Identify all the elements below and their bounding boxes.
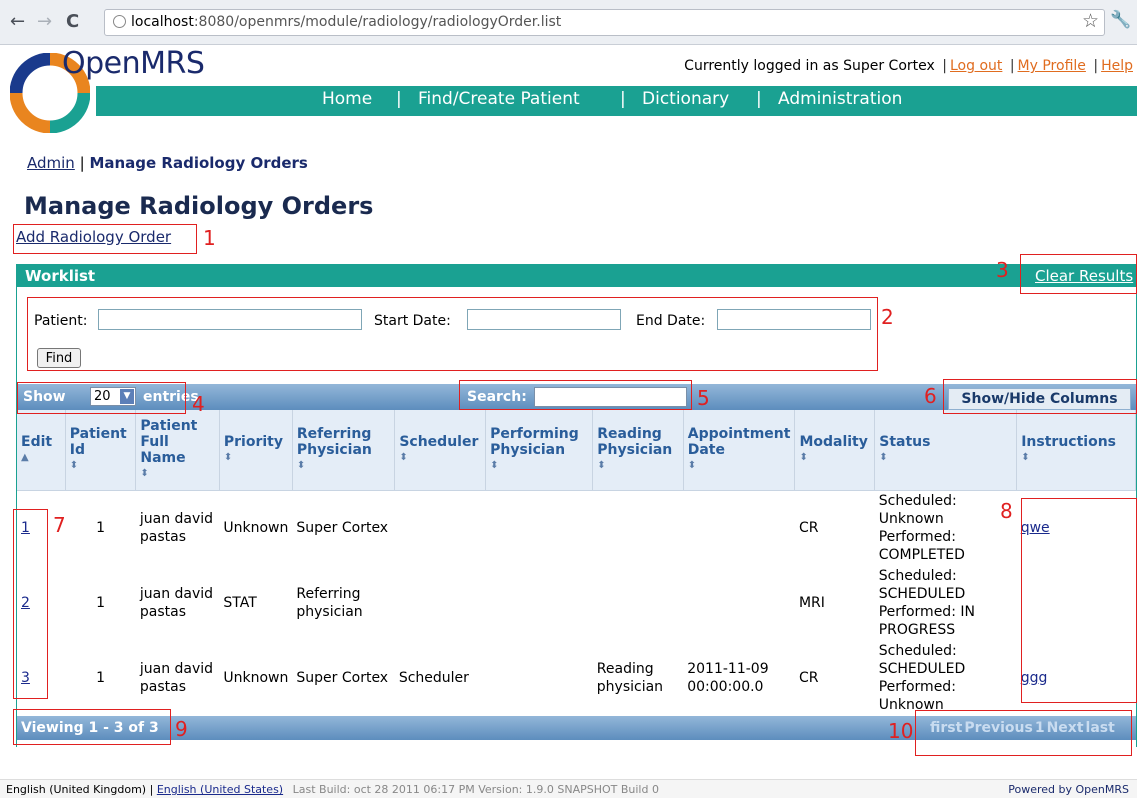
lang-current: English (United Kingdom) bbox=[6, 783, 147, 796]
logout-link[interactable]: Log out bbox=[950, 58, 1002, 74]
annotation-box bbox=[13, 509, 48, 699]
annotation-number: 1 bbox=[203, 226, 216, 250]
col-scheduler[interactable]: Scheduler ⬍ bbox=[394, 410, 487, 491]
annotation-box bbox=[13, 709, 171, 745]
worklist-title: Worklist bbox=[25, 267, 96, 285]
annotation-box bbox=[943, 379, 1137, 414]
annotation-number: 5 bbox=[697, 386, 710, 410]
annotation-number: 3 bbox=[996, 258, 1009, 282]
annotation-number: 6 bbox=[924, 384, 937, 408]
col-reading[interactable]: Reading Physician ⬍ bbox=[592, 410, 684, 491]
my-profile-link[interactable]: My Profile bbox=[1018, 58, 1086, 74]
page-footer: English (United Kingdom) | English (Unit… bbox=[0, 779, 1137, 798]
annotation-box bbox=[1021, 498, 1137, 703]
sort-icon: ⬍ bbox=[490, 459, 499, 471]
annotation-number: 7 bbox=[53, 513, 66, 537]
col-edit[interactable]: Edit ▲ bbox=[17, 410, 66, 491]
back-arrow-icon[interactable]: ← bbox=[10, 10, 25, 34]
col-patient-name[interactable]: Patient Full Name ⬍ bbox=[135, 410, 220, 491]
annotation-number: 9 bbox=[175, 717, 188, 741]
worklist-header: Worklist bbox=[16, 264, 1137, 287]
col-performing[interactable]: Performing Physician ⬍ bbox=[485, 410, 594, 491]
nav-administration[interactable]: Administration bbox=[778, 89, 902, 109]
logo-text: OpenMRS bbox=[62, 46, 205, 81]
breadcrumb-current: Manage Radiology Orders bbox=[89, 154, 308, 172]
nav-dictionary[interactable]: Dictionary bbox=[642, 89, 729, 109]
col-referring[interactable]: Referring Physician ⬍ bbox=[292, 410, 396, 491]
powered-by: Powered by OpenMRS bbox=[1008, 783, 1129, 796]
annotation-number: 10 bbox=[888, 719, 914, 743]
help-link[interactable]: Help bbox=[1101, 58, 1133, 74]
sort-icon: ⬍ bbox=[879, 451, 888, 463]
col-priority[interactable]: Priority ⬍ bbox=[219, 410, 293, 491]
table-row: 3 1 juan david pastas Unknown Super Cort… bbox=[21, 642, 1048, 713]
sort-icon: ⬍ bbox=[799, 451, 808, 463]
sort-icon: ⬍ bbox=[597, 459, 606, 471]
nav-find-patient[interactable]: Find/Create Patient bbox=[418, 89, 580, 109]
col-instructions[interactable]: Instructions ⬍ bbox=[1016, 410, 1136, 491]
annotation-box bbox=[1020, 254, 1137, 294]
sort-icon: ⬍ bbox=[223, 451, 233, 463]
annotation-box bbox=[17, 382, 186, 414]
reload-icon[interactable]: C bbox=[66, 10, 79, 34]
sort-icon: ⬍ bbox=[687, 459, 697, 471]
sort-icon: ⬍ bbox=[399, 451, 408, 463]
wrench-icon[interactable]: 🔧 bbox=[1110, 10, 1131, 30]
sort-icon: ⬍ bbox=[69, 459, 79, 471]
page-title: Manage Radiology Orders bbox=[24, 192, 374, 220]
annotation-box bbox=[13, 224, 197, 254]
orders-table: Edit ▲ Patient Id ⬍ Patient Full Name ⬍ Pri… bbox=[17, 410, 1136, 715]
table-row: 2 1 juan david pastas STAT Referring phy… bbox=[21, 567, 975, 638]
table-row: 1 1 juan david pastas Unknown Super Cort… bbox=[21, 492, 1050, 563]
sort-asc-icon: ▲ bbox=[21, 451, 29, 463]
sort-icon: ⬍ bbox=[140, 467, 149, 479]
main-nav: Home | Find/Create Patient | Dictionary … bbox=[96, 86, 1137, 116]
sort-icon: ⬍ bbox=[1021, 451, 1030, 463]
col-status[interactable]: Status ⬍ bbox=[874, 410, 1018, 491]
breadcrumb-admin-link[interactable]: Admin bbox=[27, 154, 75, 172]
logged-in-text: Currently logged in as Super Cortex bbox=[684, 58, 935, 74]
sort-icon: ⬍ bbox=[296, 459, 306, 471]
col-patient-id[interactable]: Patient Id ⬍ bbox=[65, 410, 137, 491]
nav-home[interactable]: Home bbox=[322, 89, 372, 109]
user-bar: Currently logged in as Super Cortex | Log… bbox=[684, 58, 1133, 74]
globe-icon bbox=[113, 15, 126, 28]
browser-toolbar: ← → C localhost:8080/openmrs/module/radi… bbox=[0, 0, 1137, 45]
annotation-box bbox=[915, 710, 1132, 756]
col-appointment[interactable]: Appointment Date ⬍ bbox=[683, 410, 796, 491]
lang-other-link[interactable]: English (United States) bbox=[157, 783, 283, 796]
annotation-number: 2 bbox=[881, 305, 894, 329]
annotation-box bbox=[459, 380, 692, 410]
breadcrumb: Admin | Manage Radiology Orders bbox=[27, 154, 308, 172]
annotation-number: 8 bbox=[1000, 499, 1013, 523]
annotation-box bbox=[27, 297, 878, 371]
col-modality[interactable]: Modality ⬍ bbox=[794, 410, 876, 491]
annotation-number: 4 bbox=[192, 392, 205, 416]
forward-arrow-icon[interactable]: → bbox=[37, 10, 52, 34]
star-icon[interactable]: ☆ bbox=[1082, 10, 1099, 32]
build-info: Last Build: oct 28 2011 06:17 PM Version… bbox=[292, 783, 659, 796]
address-bar[interactable]: localhost:8080/openmrs/module/radiology/… bbox=[104, 9, 1105, 36]
